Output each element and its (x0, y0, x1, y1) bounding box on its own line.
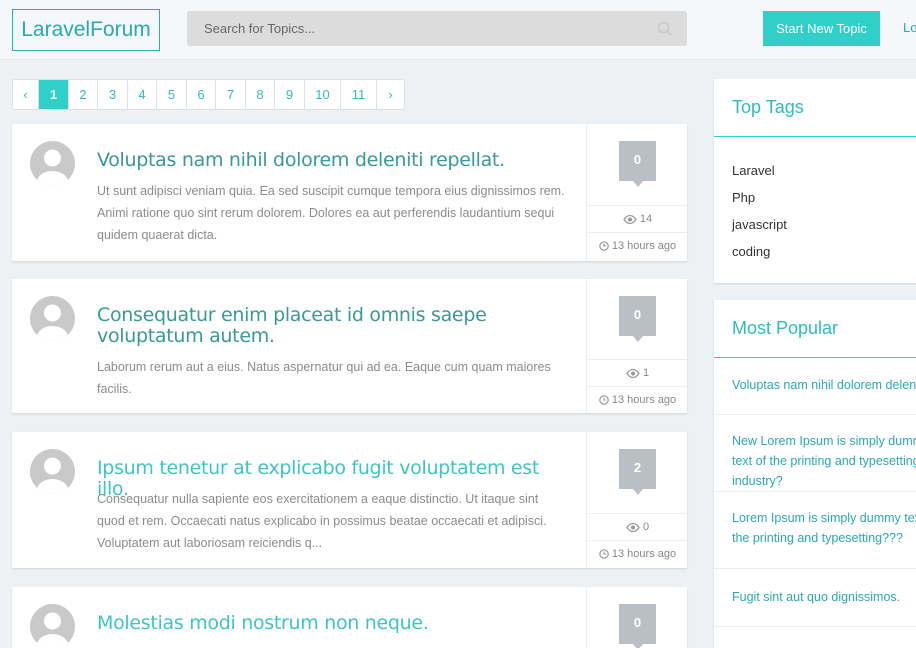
pagination-next[interactable]: › (377, 80, 404, 109)
clock-icon (599, 241, 609, 251)
topic-stats: 0 (586, 587, 687, 648)
topic-card: Molestias modi nostrum non neque. 0 (12, 587, 687, 648)
topic-time-value: 13 hours ago (611, 394, 677, 406)
user-avatar-icon[interactable] (30, 141, 75, 186)
tag-link[interactable]: coding (714, 238, 916, 265)
popular-topic-link[interactable]: Sint Et blanditiis Sint Et blanditiis (714, 627, 916, 648)
top-tags-title: Top Tags (714, 79, 916, 137)
pagination-page-10[interactable]: 10 (305, 80, 341, 109)
start-new-topic-button[interactable]: Start New Topic (763, 11, 880, 46)
top-navbar: LaravelForum Start New Topic Login (0, 0, 916, 60)
pagination-page-3[interactable]: 3 (98, 80, 128, 109)
popular-topic-link[interactable]: Lorem Ipsum is simply dummy text of the … (714, 492, 916, 569)
reply-count-badge: 2 (619, 449, 656, 495)
search-icon[interactable] (657, 21, 673, 37)
login-link[interactable]: Login (903, 20, 916, 35)
eye-icon (626, 522, 640, 532)
view-count: 1 (587, 359, 688, 386)
reply-count-badge: 0 (619, 141, 656, 187)
site-logo[interactable]: LaravelForum (12, 9, 160, 51)
eye-icon (623, 214, 637, 224)
topic-excerpt: Ut sunt adipisci veniam quia. Ea sed sus… (97, 184, 565, 242)
pagination-page-9[interactable]: 9 (275, 80, 305, 109)
view-count: 0 (587, 513, 688, 540)
topic-title-link[interactable]: Voluptas nam nihil dolorem deleniti repe… (97, 150, 567, 171)
pagination-page-11[interactable]: 11 (341, 80, 377, 109)
user-avatar-icon[interactable] (30, 604, 75, 648)
pagination: ‹ 1 2 3 4 5 6 7 8 9 10 11 › (12, 79, 405, 110)
topic-time: 13 hours ago (587, 540, 688, 567)
topic-title-link[interactable]: Molestias modi nostrum non neque. (97, 613, 567, 634)
topic-excerpt: Consequatur nulla sapiente eos exercitat… (97, 492, 547, 550)
eye-icon (626, 368, 640, 378)
popular-topic-link[interactable]: Voluptas nam nihil dolorem deleniti repe… (714, 358, 916, 415)
clock-icon (599, 395, 609, 405)
topic-time-value: 13 hours ago (611, 548, 677, 560)
popular-list: Voluptas nam nihil dolorem deleniti repe… (714, 358, 916, 648)
topic-card: Ipsum tenetur at explicabo fugit volupta… (12, 432, 688, 568)
view-count-value: 1 (642, 367, 650, 379)
topic-stats: 0 14 13 hours ago (586, 124, 688, 261)
pagination-prev[interactable]: ‹ (13, 80, 39, 109)
user-avatar-icon[interactable] (30, 296, 75, 341)
view-count-value: 14 (639, 213, 653, 225)
reply-count-badge: 0 (619, 604, 656, 648)
tag-link[interactable]: Laravel (714, 157, 916, 184)
search-bar (187, 11, 687, 46)
most-popular-panel: Most Popular Voluptas nam nihil dolorem … (714, 300, 916, 648)
most-popular-title: Most Popular (714, 300, 916, 358)
user-avatar-icon[interactable] (30, 449, 75, 494)
popular-topic-link[interactable]: Fugit sint aut quo dignissimos. (714, 569, 916, 627)
popular-topic-link[interactable]: New Lorem Ipsum is simply dummy text of … (714, 415, 916, 492)
topic-time-value: 13 hours ago (611, 240, 677, 252)
reply-count-badge: 0 (619, 296, 656, 342)
pagination-page-4[interactable]: 4 (128, 80, 157, 109)
topic-stats: 2 0 13 hours ago (586, 432, 688, 568)
pagination-page-5[interactable]: 5 (157, 80, 187, 109)
search-input[interactable] (187, 11, 647, 46)
topic-title-link[interactable]: Consequatur enim placeat id omnis saepe … (97, 305, 567, 347)
view-count-value: 0 (642, 521, 650, 533)
pagination-page-8[interactable]: 8 (246, 80, 275, 109)
topic-time: 13 hours ago (587, 232, 688, 259)
view-count: 14 (587, 205, 688, 232)
pagination-page-6[interactable]: 6 (187, 80, 216, 109)
tag-list: Laravel Php javascript coding (714, 137, 916, 265)
tag-link[interactable]: javascript (714, 211, 916, 238)
topic-stats: 0 1 13 hours ago (586, 279, 688, 413)
topic-time: 13 hours ago (587, 386, 688, 413)
pagination-page-2[interactable]: 2 (69, 80, 98, 109)
topic-card: Voluptas nam nihil dolorem deleniti repe… (12, 124, 688, 261)
topic-card: Consequatur enim placeat id omnis saepe … (12, 279, 688, 413)
pagination-page-7[interactable]: 7 (216, 80, 246, 109)
clock-icon (599, 549, 609, 559)
tag-link[interactable]: Php (714, 184, 916, 211)
top-tags-panel: Top Tags Laravel Php javascript coding (714, 79, 916, 283)
topic-excerpt: Laborum rerum aut a eius. Natus aspernat… (97, 360, 551, 396)
pagination-page-1[interactable]: 1 (39, 80, 69, 109)
